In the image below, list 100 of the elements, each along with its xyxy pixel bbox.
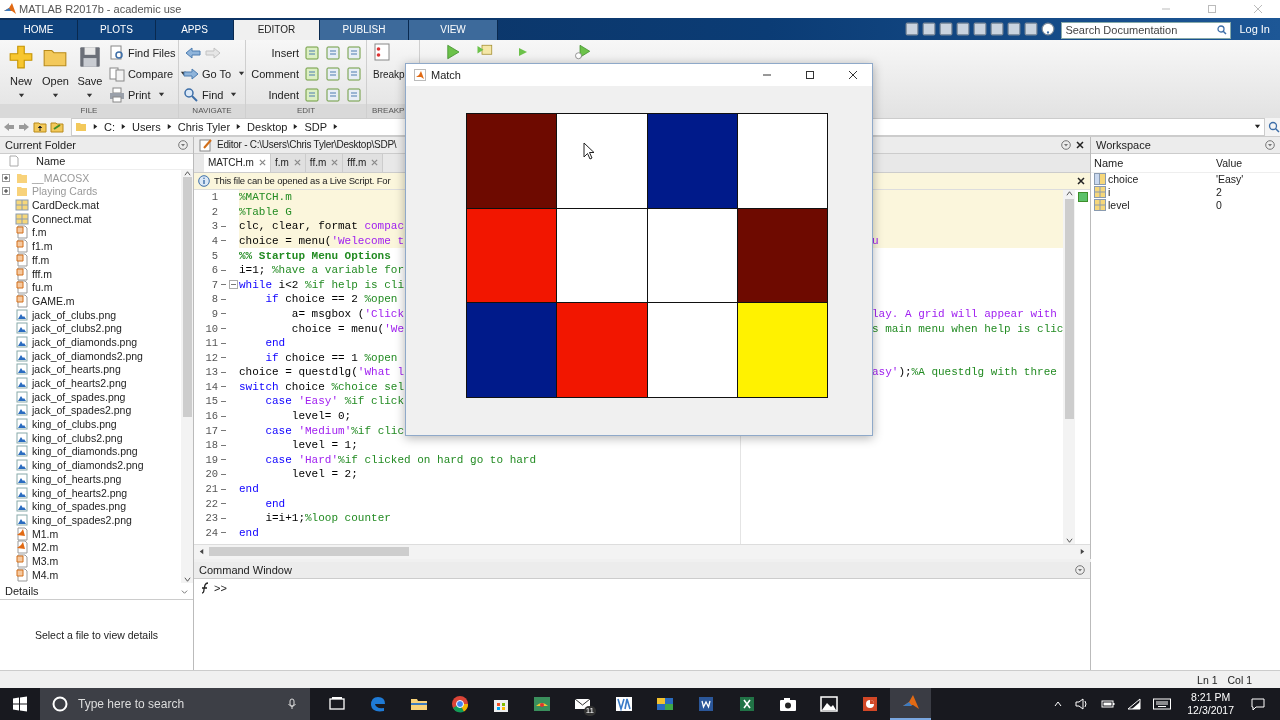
search-icon[interactable] (1268, 120, 1280, 133)
ribbon-tab[interactable]: PUBLISH (320, 19, 409, 40)
scrollbar[interactable] (181, 169, 193, 584)
file-name[interactable]: jack_of_spades2.png (32, 404, 132, 417)
toolbar-icon[interactable] (990, 21, 1005, 36)
file-name[interactable]: king_of_clubs2.png (32, 431, 123, 444)
taskbar-app-button[interactable]: 11 (562, 688, 603, 720)
keyboard-icon[interactable] (1153, 698, 1172, 710)
file-name[interactable]: M4.m (32, 568, 59, 581)
ribbon-tab[interactable]: HOME (0, 19, 78, 40)
grid-tile[interactable] (737, 303, 827, 397)
ribbon-tab[interactable]: EDITOR (234, 19, 320, 40)
grid-tile[interactable] (467, 208, 557, 303)
browse-folder-icon[interactable] (50, 119, 64, 134)
scroll-up-icon[interactable] (183, 169, 191, 177)
toolbar-button[interactable]: Find Files (108, 43, 188, 62)
cortana-ring-icon[interactable] (52, 696, 68, 712)
panel-menu-icon[interactable] (178, 139, 188, 150)
file-name[interactable]: jack_of_diamonds.png (32, 335, 138, 348)
toolbar-button[interactable]: Save (72, 43, 107, 104)
file-name[interactable]: king_of_diamonds.png (32, 445, 138, 458)
run-and-time-icon[interactable] (574, 42, 592, 61)
grid-tile[interactable] (647, 303, 737, 397)
windows-start-icon[interactable] (12, 696, 28, 712)
grid-tile[interactable] (737, 208, 827, 303)
breadcrumb-link[interactable]: Users (132, 120, 161, 133)
file-name[interactable]: jack_of_hearts2.png (32, 377, 127, 389)
taskbar-search-box[interactable]: Type here to search (40, 688, 310, 720)
close-icon[interactable] (1075, 139, 1085, 150)
fold-icon[interactable] (229, 280, 238, 290)
file-name[interactable]: king_of_clubs.png (32, 418, 117, 431)
toolbar-icon[interactable] (973, 21, 988, 36)
expand-icon[interactable] (2, 173, 10, 182)
search-field[interactable]: Search Documentation (1065, 24, 1218, 37)
clock-date[interactable]: 12/3/2017 (1187, 704, 1234, 717)
file-name[interactable]: king_of_spades.png (32, 500, 126, 513)
file-name[interactable]: f.m (32, 226, 47, 239)
grid-tile[interactable] (647, 208, 737, 303)
chevron-up-icon[interactable] (1053, 699, 1064, 709)
breakpoints-button[interactable]: Breakp (373, 68, 405, 80)
play-icon[interactable] (444, 42, 462, 61)
search-icon[interactable] (1217, 25, 1228, 36)
folder-up-icon[interactable] (33, 119, 47, 134)
panel-menu-icon[interactable] (1075, 564, 1085, 575)
log-in-link[interactable]: Log In (1239, 22, 1270, 35)
file-name[interactable]: king_of_hearts.png (32, 472, 122, 485)
toolbar-icon[interactable] (1024, 21, 1039, 36)
panel-menu-icon[interactable] (1265, 139, 1275, 150)
function-browser-icon[interactable] (199, 581, 211, 594)
grid-tile[interactable] (467, 114, 557, 208)
breadcrumb-link[interactable]: SDP (304, 120, 328, 133)
ribbon-tab[interactable]: APPS (156, 19, 234, 40)
file-name[interactable]: fff.m (32, 267, 53, 280)
toolbar-button[interactable]: Compare (108, 64, 188, 83)
file-name[interactable]: jack_of_spades.png (32, 390, 126, 403)
ribbon-tab[interactable]: PLOTS (78, 19, 156, 40)
scroll-right-icon[interactable] (1079, 548, 1086, 556)
breadcrumb-link[interactable]: Chris Tyler (177, 120, 231, 133)
scroll-up-icon[interactable] (1065, 189, 1073, 197)
scrollbar[interactable] (1063, 189, 1076, 544)
file-name[interactable]: GAME.m (32, 294, 75, 307)
taskbar-search-field[interactable]: Type here to search (76, 696, 278, 712)
breadcrumb-link[interactable]: C: (104, 120, 115, 133)
column-header[interactable]: Name (36, 155, 66, 168)
grid-tile[interactable] (557, 303, 647, 397)
grid-tile[interactable] (647, 114, 737, 208)
battery-icon[interactable] (1101, 697, 1116, 711)
file-name[interactable]: ff.m (32, 253, 50, 266)
close-icon[interactable] (848, 70, 858, 80)
toolbar-icon[interactable] (1007, 21, 1022, 36)
toolbar-icon[interactable] (939, 21, 954, 36)
scroll-down-icon[interactable] (1065, 536, 1073, 544)
speaker-icon[interactable] (1075, 697, 1090, 711)
file-name[interactable]: king_of_hearts2.png (32, 486, 128, 499)
scrollbar[interactable] (194, 543, 1090, 559)
file-name[interactable]: king_of_diamonds2.png (32, 459, 144, 472)
expand-icon[interactable] (2, 187, 10, 196)
file-name[interactable]: Connect.mat (32, 212, 92, 225)
notifications-icon[interactable] (1250, 696, 1266, 712)
file-name[interactable]: M2.m (32, 541, 59, 554)
toolbar-icon[interactable] (905, 21, 920, 36)
variable-name[interactable]: choice (1108, 173, 1139, 186)
toolbar-button[interactable]: New (4, 43, 38, 104)
toolbar-button[interactable]: Open (38, 43, 73, 104)
toolbar-icon[interactable] (922, 21, 937, 36)
ribbon-tab[interactable]: VIEW (409, 19, 498, 40)
caret-icon[interactable] (1254, 123, 1261, 131)
file-name[interactable]: jack_of_hearts.png (32, 363, 121, 376)
breadcrumb-link[interactable]: Desktop (247, 120, 288, 133)
file-name[interactable]: f1.m (32, 240, 53, 253)
file-name[interactable]: M3.m (32, 554, 59, 567)
wifi-icon[interactable] (1127, 697, 1142, 711)
back-arrow-icon[interactable] (185, 44, 201, 61)
file-name[interactable]: M1.m (32, 527, 59, 540)
help-icon[interactable] (1041, 21, 1056, 36)
maximize-icon[interactable] (805, 70, 815, 80)
file-name[interactable]: CardDeck.mat (32, 199, 100, 212)
column-header[interactable]: Name (1091, 156, 1216, 169)
file-name[interactable]: jack_of_diamonds2.png (32, 349, 143, 362)
close-icon[interactable] (1076, 175, 1086, 186)
